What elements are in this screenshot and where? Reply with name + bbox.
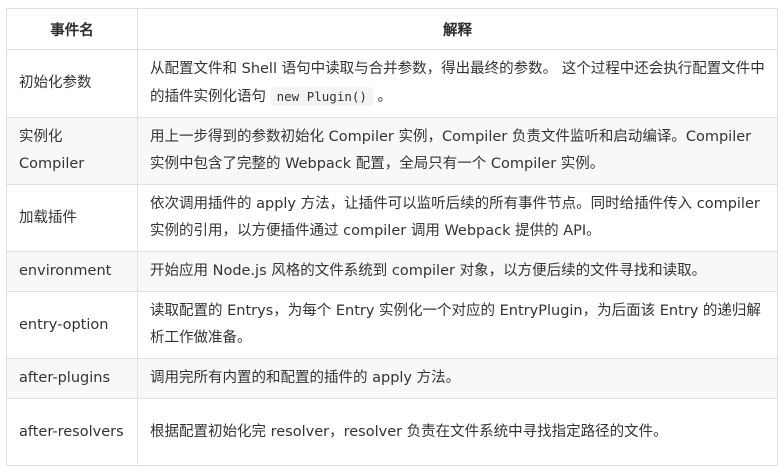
event-name-cell: 初始化参数 <box>6 49 138 118</box>
event-desc-text: 从配置文件和 Shell 语句中读取与合并参数，得出最终的参数。 这个过程中还会… <box>150 61 765 105</box>
header-explanation: 解释 <box>137 8 778 50</box>
event-table-container: 事件名 解释 初始化参数 从配置文件和 Shell 语句中读取与合并参数，得出最… <box>6 8 778 466</box>
event-name-cell: 实例化 Compiler <box>6 117 138 185</box>
event-desc-cell: 根据配置初始化完 resolver，resolver 负责在文件系统中寻找指定路… <box>137 398 778 466</box>
table-row: 实例化 Compiler 用上一步得到的参数初始化 Compiler 实例，Co… <box>6 117 778 185</box>
event-desc-cell: 依次调用插件的 apply 方法，让插件可以监听后续的所有事件节点。同时给插件传… <box>137 184 778 252</box>
event-desc-text: 。 <box>372 89 393 105</box>
event-name-cell: entry-option <box>6 291 138 359</box>
table-row: entry-option 读取配置的 Entrys，为每个 Entry 实例化一… <box>6 291 778 359</box>
table-row: after-resolvers 根据配置初始化完 resolver，resolv… <box>6 398 778 466</box>
event-desc-cell: 读取配置的 Entrys，为每个 Entry 实例化一个对应的 EntryPlu… <box>137 291 778 359</box>
event-name-cell: 加载插件 <box>6 184 138 252</box>
event-name-cell: after-resolvers <box>6 398 138 466</box>
table-row: 初始化参数 从配置文件和 Shell 语句中读取与合并参数，得出最终的参数。 这… <box>6 49 778 118</box>
inline-code: new Plugin() <box>270 87 373 106</box>
event-desc-cell: 调用完所有内置的和配置的插件的 apply 方法。 <box>137 358 778 399</box>
table-row: 加载插件 依次调用插件的 apply 方法，让插件可以监听后续的所有事件节点。同… <box>6 184 778 252</box>
event-name-cell: environment <box>6 251 138 292</box>
table-header-row: 事件名 解释 <box>6 8 778 50</box>
table-row: environment 开始应用 Node.js 风格的文件系统到 compil… <box>6 251 778 292</box>
table-row: after-plugins 调用完所有内置的和配置的插件的 apply 方法。 <box>6 358 778 399</box>
event-name-cell: after-plugins <box>6 358 138 399</box>
event-desc-cell: 开始应用 Node.js 风格的文件系统到 compiler 对象，以方便后续的… <box>137 251 778 292</box>
event-table: 事件名 解释 初始化参数 从配置文件和 Shell 语句中读取与合并参数，得出最… <box>6 8 778 466</box>
event-desc-cell: 从配置文件和 Shell 语句中读取与合并参数，得出最终的参数。 这个过程中还会… <box>137 49 778 118</box>
header-event-name: 事件名 <box>6 8 138 50</box>
event-desc-cell: 用上一步得到的参数初始化 Compiler 实例，Compiler 负责文件监听… <box>137 117 778 185</box>
